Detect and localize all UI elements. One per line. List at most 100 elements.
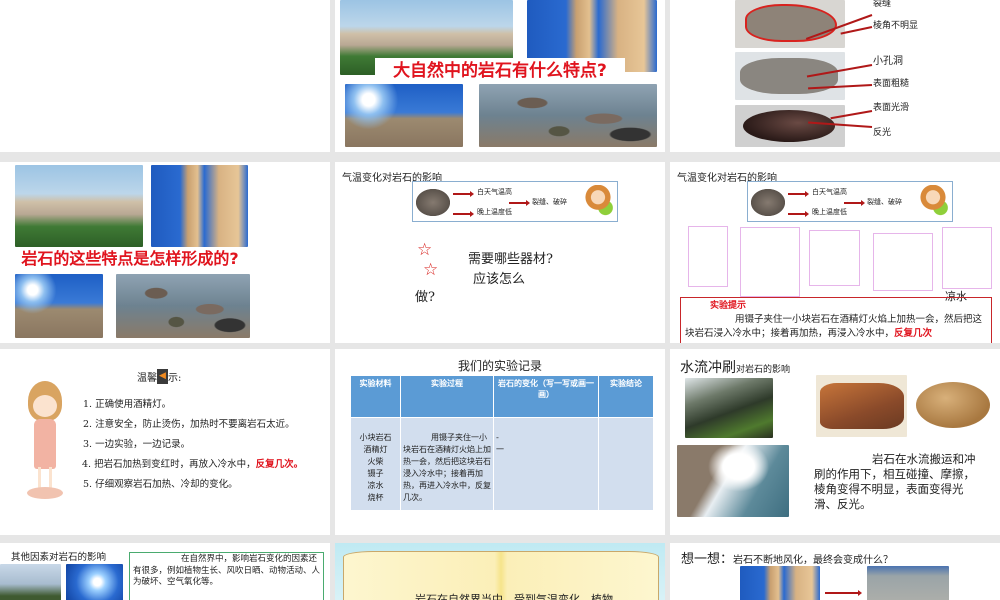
label-rough-surface: 表面粗糙 bbox=[873, 79, 910, 89]
column-header: 实验过程 bbox=[400, 375, 494, 418]
thinking-girl-image bbox=[583, 185, 613, 220]
slide-body-text: 岩石在水流搬运和冲刷的作用下，相互碰撞、摩擦，棱角变得不明显，表面变得光滑、反光… bbox=[814, 452, 976, 511]
slide-thumbnail-12[interactable]: 想一想：岩石不断地风化，最终会变成什么？ bbox=[670, 543, 1000, 600]
material-item: 酒精灯 bbox=[363, 445, 388, 454]
tip-title: 实验提示 bbox=[710, 301, 747, 311]
slide-title: 其他因素对岩石的影响 bbox=[11, 552, 107, 563]
arrow-icon bbox=[788, 211, 809, 217]
slide-thumbnail-10[interactable]: 其他因素对岩石的影响 在自然界中，影响岩石变化的因素还有很多，例如植物生长、风吹… bbox=[0, 543, 330, 600]
slide-body-text: 岩石在自然界当中，受到气温变化、植物 bbox=[415, 593, 613, 600]
slide-banner: 岩石的这些特点是怎样形成的? bbox=[21, 249, 239, 268]
label-small-holes: 小孔洞 bbox=[873, 56, 903, 67]
slide-title: 我们的实验记录 bbox=[457, 359, 542, 373]
smooth-rock-photo bbox=[735, 105, 845, 147]
rock-image bbox=[416, 189, 450, 216]
arrow-icon bbox=[825, 590, 862, 596]
tip-item: 4. 把岩石加热到变红时，再放入冷水中，反复几次。 bbox=[72, 455, 317, 475]
temperature-diagram: 白天气温高 晚上温度低 裂缝、破碎 bbox=[747, 181, 953, 222]
porous-rock-photo bbox=[735, 52, 845, 100]
mountain-rock-photo bbox=[15, 165, 143, 247]
slide-thumbnail-9[interactable]: 水流冲刷对岩石的影响 岩石在水流搬运和冲刷的作用下，相互碰撞、摩擦，棱角变得不明… bbox=[670, 349, 1000, 535]
star-icon: ☆ bbox=[423, 260, 439, 280]
label-reflective: 反光 bbox=[873, 128, 892, 138]
slide-banner: 大自然中的岩石有什么特点? bbox=[375, 58, 625, 84]
thinking-girl-image bbox=[918, 185, 948, 220]
arrow-icon bbox=[788, 191, 809, 197]
change-cell[interactable]: - 一 bbox=[493, 417, 599, 511]
image-placeholder bbox=[809, 230, 860, 286]
conclusion-cell[interactable] bbox=[598, 417, 654, 511]
slide-thumbnail-5[interactable]: 气温变化对岩石的影响 白天气温高 晚上温度低 裂缝、破碎 ☆ ☆ 需要哪些器材?… bbox=[335, 162, 665, 343]
column-header: 实验结论 bbox=[598, 375, 654, 418]
image-placeholder bbox=[688, 226, 728, 287]
pebbles-water-photo bbox=[116, 274, 250, 338]
title-part: 示: bbox=[168, 373, 182, 384]
material-item: 烧杯 bbox=[367, 493, 384, 502]
experiment-record-table: 实验材料 实验过程 岩石的变化（写一写或画一画） 实验结论 小块岩石 酒精灯 火… bbox=[350, 375, 654, 511]
result-label: 裂缝、破碎 bbox=[532, 198, 567, 206]
tip-emphasis: 反复几次。 bbox=[255, 459, 304, 470]
tip-text: 用镊子夹住一小块岩石在酒精灯火焰上加热一会，然后把这块岩石浸入冷水中；接着再加热… bbox=[685, 314, 983, 339]
material-item: 火柴 bbox=[367, 457, 384, 466]
column-header: 实验材料 bbox=[350, 375, 401, 418]
question-method: 应该怎么 bbox=[473, 272, 526, 287]
question-text: 岩石不断地风化，最终会变成什么？ bbox=[733, 555, 894, 566]
tip-item: 1. 正确使用酒精灯。 bbox=[83, 399, 172, 410]
label-blunt-edges: 棱角不明显 bbox=[873, 21, 919, 31]
label-smooth-surface: 表面光滑 bbox=[873, 103, 910, 113]
cracked-rock-photo bbox=[735, 0, 845, 48]
title-small: 对岩石的影响 bbox=[736, 365, 791, 375]
pebbles-water-photo bbox=[479, 84, 657, 147]
experiment-tip-box: 实验提示 用镊子夹住一小块岩石在酒精灯火焰上加热一会，然后把这块岩石浸入冷水中；… bbox=[680, 297, 992, 343]
slide-thumbnail-2[interactable]: 大自然中的岩石有什么特点? bbox=[335, 0, 665, 152]
slide-thumbnail-4[interactable]: 岩石的这些特点是怎样形成的? bbox=[0, 162, 330, 343]
tip-item: 3. 一边实验，一边记录。 bbox=[83, 439, 191, 450]
rock-spires-photo bbox=[151, 165, 248, 247]
slide-thumbnail-1[interactable] bbox=[0, 0, 330, 152]
slide-title: 温馨 ◀ 示: bbox=[137, 369, 181, 384]
materials-cell: 小块岩石 酒精灯 火柴 镊子 凉水 烧杯 bbox=[350, 417, 401, 511]
material-item: 镊子 bbox=[367, 469, 384, 478]
label-crack: 裂缝 bbox=[873, 0, 892, 9]
speaker-icon[interactable]: ◀ bbox=[157, 369, 168, 384]
rock-cliff-photo bbox=[740, 566, 820, 600]
slide-thumbnail-6[interactable]: 气温变化对岩石的影响 白天气温高 晚上温度低 裂缝、破碎 凉水 实验提示 用镊子… bbox=[670, 162, 1000, 343]
slide-thumbnail-11[interactable]: 岩石在自然界当中，受到气温变化、植物 bbox=[335, 543, 665, 600]
title-part: 温馨 bbox=[137, 373, 157, 384]
column-header: 岩石的变化（写一写或画一画） bbox=[493, 375, 599, 418]
rough-rock-photo bbox=[816, 375, 907, 437]
question-equipment: 需要哪些器材? bbox=[468, 252, 553, 267]
material-item: 小块岩石 bbox=[359, 433, 392, 442]
tree-rock-photo bbox=[0, 564, 61, 600]
temperature-diagram: 白天气温高 晚上温度低 裂缝、破碎 bbox=[412, 181, 618, 222]
process-cell: 用镊子夹住一小块岩石在酒精灯火焰上加热一会，然后把这块岩石浸入冷水中；接着再加热… bbox=[400, 417, 494, 511]
night-label: 晚上温度低 bbox=[477, 208, 512, 216]
sun-photo bbox=[66, 564, 123, 600]
slide-thumbnail-8[interactable]: 我们的实验记录 实验材料 实验过程 岩石的变化（写一写或画一画） 实验结论 小块… bbox=[335, 349, 665, 535]
tips-list: 1. 正确使用酒精灯。 2. 注意安全，防止烫伤，加热时不要离岩石太近。 3. … bbox=[72, 395, 317, 495]
sun-rock-photo bbox=[15, 274, 103, 338]
arrow-icon bbox=[844, 200, 865, 206]
night-label: 晚上温度低 bbox=[812, 208, 847, 216]
day-label: 白天气温高 bbox=[477, 188, 512, 196]
sun-rock-photo bbox=[345, 84, 463, 147]
slide-title: 水流冲刷对岩石的影响 bbox=[680, 357, 790, 377]
day-label: 白天气温高 bbox=[812, 188, 847, 196]
gravel-photo bbox=[867, 566, 949, 600]
image-placeholder bbox=[942, 227, 992, 289]
tip-item: 5. 仔细观察岩石加热、冷却的变化。 bbox=[83, 479, 238, 490]
think-label: 想一想： bbox=[681, 552, 734, 567]
pointer-arrow bbox=[840, 26, 873, 35]
material-item: 凉水 bbox=[367, 481, 384, 490]
pebble-photo bbox=[914, 379, 992, 429]
title-big: 水流冲刷 bbox=[680, 360, 736, 376]
arrow-icon bbox=[453, 211, 474, 217]
stream-photo bbox=[685, 378, 773, 438]
result-label: 裂缝、破碎 bbox=[867, 198, 902, 206]
tip-item: 2. 注意安全，防止烫伤，加热时不要离岩石太近。 bbox=[83, 419, 295, 430]
star-icon: ☆ bbox=[417, 240, 433, 260]
slide-thumbnail-7[interactable]: 温馨 ◀ 示: 1. 正确使用酒精灯。 2. 注意安全，防止烫伤，加热时不要离岩… bbox=[0, 349, 330, 535]
cartoon-girl-image bbox=[22, 381, 68, 501]
slide-thumbnail-3[interactable]: 裂缝 棱角不明显 小孔洞 表面粗糙 表面光滑 反光 bbox=[670, 0, 1000, 152]
image-placeholder bbox=[873, 233, 933, 291]
